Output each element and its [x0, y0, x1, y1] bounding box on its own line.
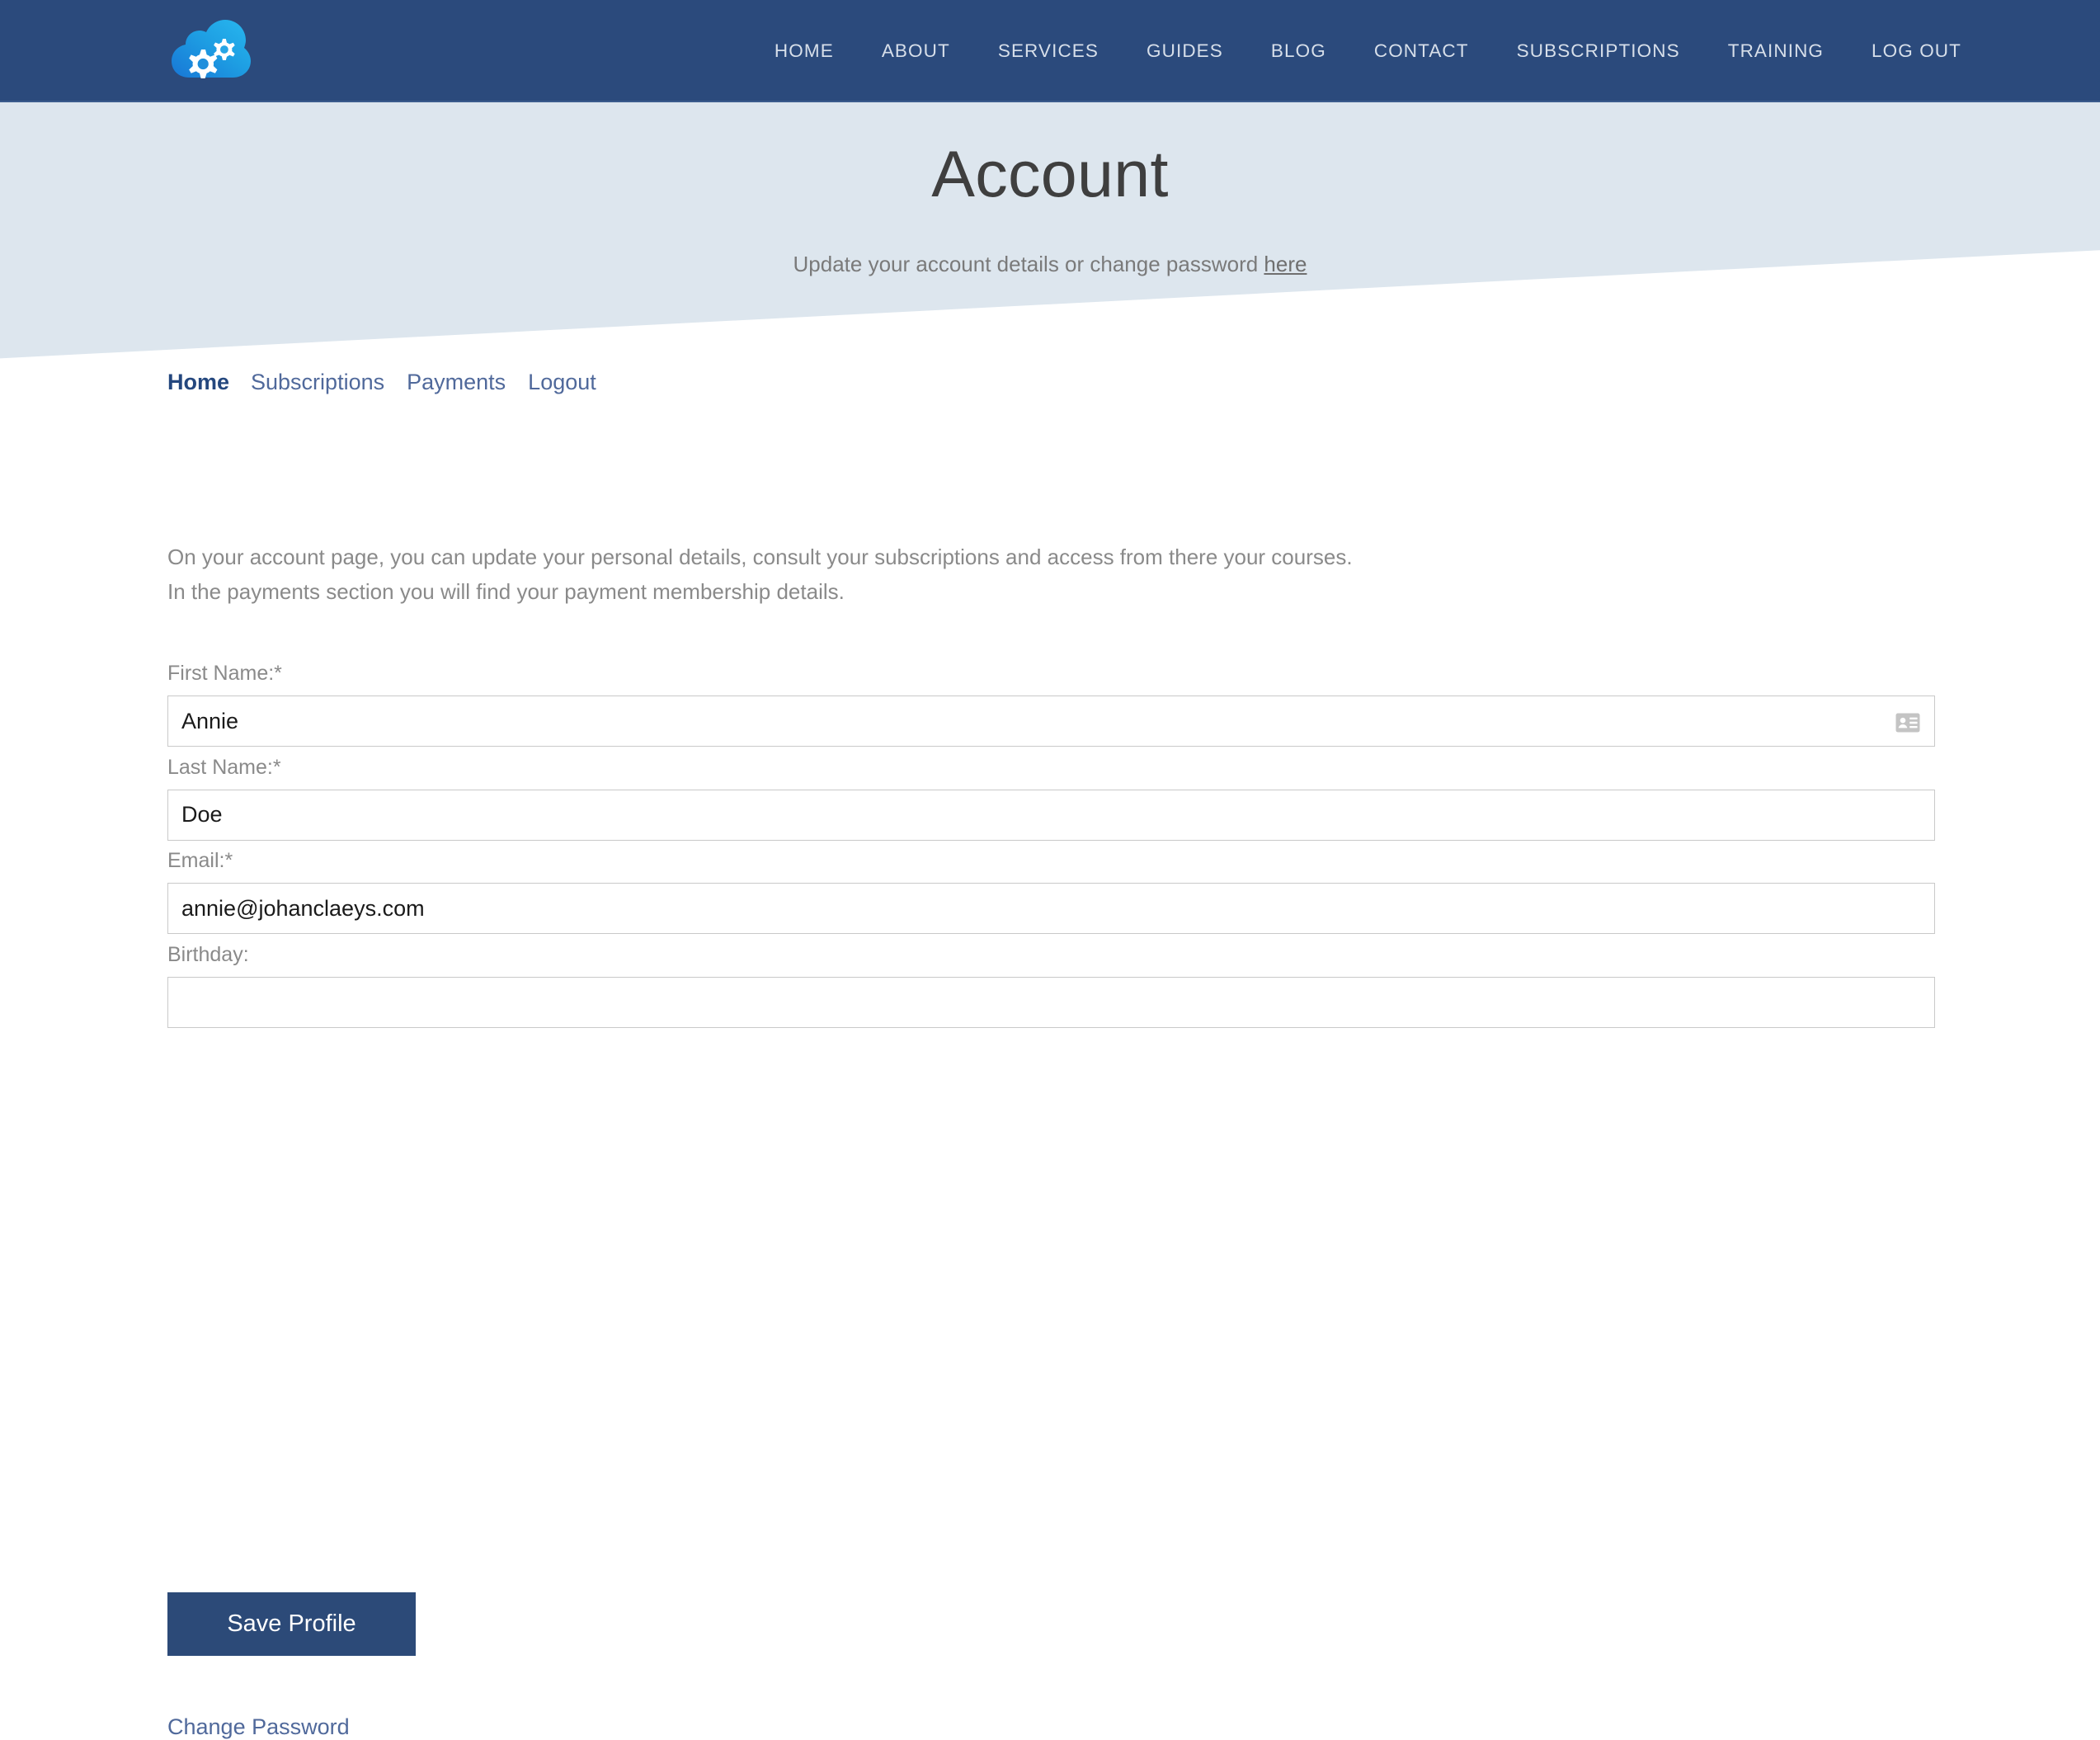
last-name-input[interactable] [167, 789, 1935, 841]
site-logo[interactable] [165, 13, 254, 89]
nav-item-logout[interactable]: LOG OUT [1848, 40, 1961, 62]
cloud-gears-logo-icon [172, 20, 251, 78]
first-name-label: First Name:* [167, 662, 282, 685]
save-profile-button[interactable]: Save Profile [167, 1592, 416, 1656]
intro-text: On your account page, you can update you… [167, 540, 1900, 609]
hero-banner: Account Update your account details or c… [0, 102, 2100, 359]
account-subnav: Home Subscriptions Payments Logout [167, 370, 619, 395]
page-subtitle: Update your account details or change pa… [0, 253, 2100, 275]
subnav-item-payments[interactable]: Payments [407, 370, 506, 395]
subnav-item-home[interactable]: Home [167, 370, 229, 395]
main-navigation: HOME ABOUT SERVICES GUIDES BLOG CONTACT … [751, 0, 1961, 102]
nav-item-services[interactable]: SERVICES [974, 40, 1123, 62]
subnav-item-logout[interactable]: Logout [528, 370, 596, 395]
field-birthday: Birthday: [167, 942, 1935, 1028]
site-header: HOME ABOUT SERVICES GUIDES BLOG CONTACT … [0, 0, 2100, 102]
change-password-link[interactable]: Change Password [167, 1714, 350, 1740]
intro-line-1: On your account page, you can update you… [167, 545, 1353, 569]
field-first-name: First Name:* [167, 663, 1935, 747]
email-label: Email:* [167, 849, 233, 872]
field-last-name: Last Name:* [167, 757, 1935, 841]
nav-item-subscriptions[interactable]: SUBSCRIPTIONS [1493, 40, 1704, 62]
nav-item-guides[interactable]: GUIDES [1123, 40, 1247, 62]
change-password-here-link[interactable]: here [1264, 252, 1307, 276]
nav-item-contact[interactable]: CONTACT [1350, 40, 1493, 62]
nav-item-home[interactable]: HOME [751, 40, 858, 62]
intro-line-2: In the payments section you will find yo… [167, 579, 845, 604]
last-name-label: Last Name:* [167, 755, 281, 779]
birthday-label: Birthday: [167, 942, 249, 966]
email-input[interactable] [167, 883, 1935, 934]
birthday-input[interactable] [167, 976, 1935, 1028]
nav-item-training[interactable]: TRAINING [1704, 40, 1848, 62]
subnav-item-subscriptions[interactable]: Subscriptions [251, 370, 384, 395]
page-title: Account [931, 137, 1169, 210]
nav-item-about[interactable]: ABOUT [858, 40, 974, 62]
nav-item-blog[interactable]: BLOG [1247, 40, 1350, 62]
account-form: First Name:* Last Name:* [167, 663, 1935, 1739]
field-email: Email:* [167, 851, 1935, 934]
page-subtitle-text: Update your account details or change pa… [793, 252, 1264, 276]
first-name-input[interactable] [167, 696, 1935, 747]
